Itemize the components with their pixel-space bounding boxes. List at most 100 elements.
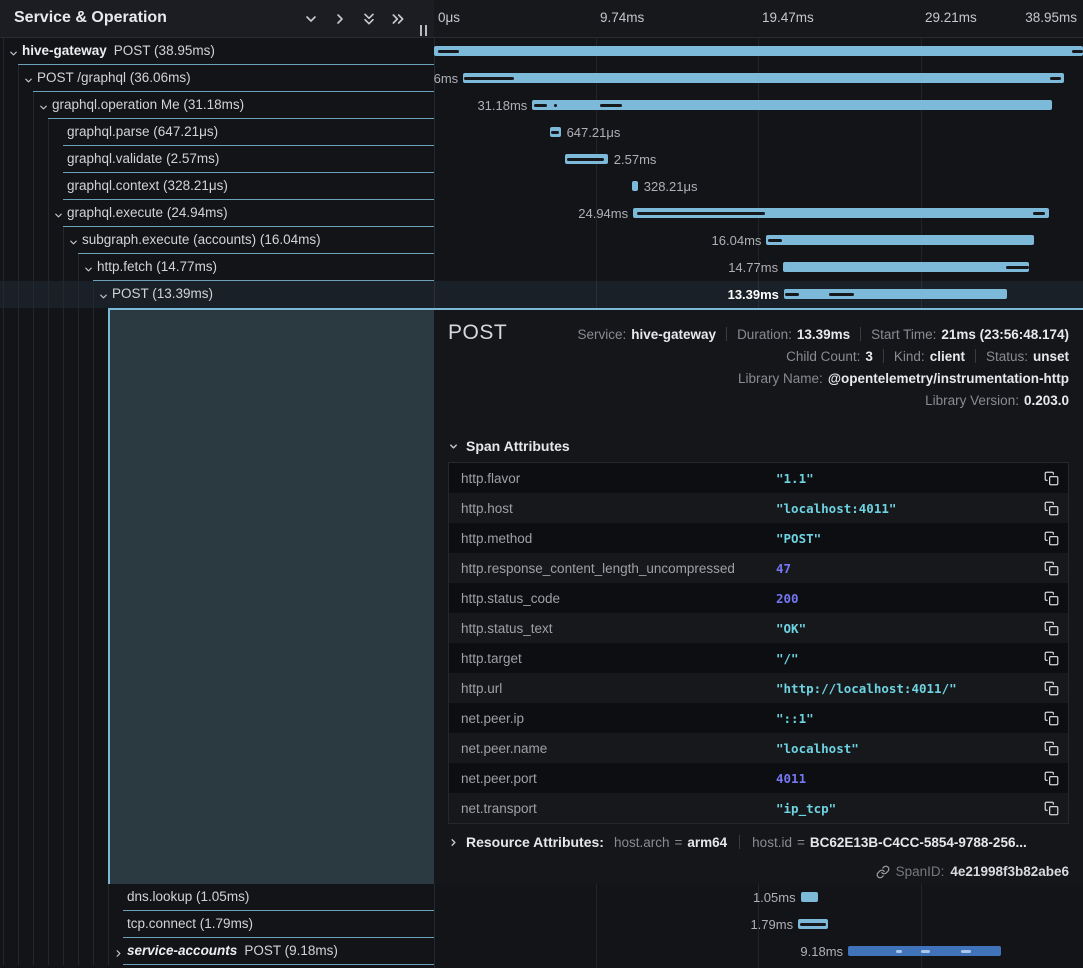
span-timeline-cell: 2.57ms — [434, 146, 1083, 173]
collapse-chevron-icon[interactable] — [68, 235, 80, 247]
attribute-value: 4011 — [776, 771, 1034, 786]
span-timeline-cell: 24.94ms — [434, 200, 1083, 227]
attribute-key: http.status_text — [449, 621, 776, 636]
span-duration-bar[interactable] — [801, 892, 818, 902]
span-duration-bar[interactable] — [766, 235, 1033, 245]
duration-label: 13.39ms — [728, 287, 779, 302]
span-row[interactable]: POST /graphql (36.06ms)36.06ms — [0, 65, 1083, 92]
copy-button[interactable] — [1034, 471, 1068, 486]
span-timeline-cell: 1.05ms — [434, 884, 1083, 911]
collapse-chevron-icon[interactable] — [23, 73, 35, 85]
span-duration-bar[interactable] — [848, 946, 1001, 956]
attribute-key: http.flavor — [449, 471, 776, 486]
copy-button[interactable] — [1034, 741, 1068, 756]
double-chevron-down-icon[interactable] — [361, 11, 377, 27]
expand-chevron-icon[interactable] — [113, 946, 125, 958]
copy-button[interactable] — [1034, 531, 1068, 546]
attribute-key: http.status_code — [449, 591, 776, 606]
collapse-chevron-icon[interactable] — [38, 100, 50, 112]
span-tree-cell[interactable]: POST (13.39ms) — [0, 281, 434, 308]
resource-attributes[interactable]: Resource Attributes: host.arch=arm64host… — [448, 834, 1027, 850]
attribute-value: "OK" — [776, 621, 1034, 636]
span-duration-bar[interactable] — [550, 127, 561, 137]
span-row[interactable]: graphql.validate (2.57ms)2.57ms — [0, 146, 1083, 173]
span-duration-bar[interactable] — [434, 46, 1083, 56]
span-row[interactable]: tcp.connect (1.79ms)1.79ms — [0, 911, 1083, 938]
copy-button[interactable] — [1034, 561, 1068, 576]
copy-button[interactable] — [1034, 801, 1068, 816]
collapse-chevron-icon[interactable] — [83, 262, 95, 274]
span-label: graphql.context (328.21μs) — [67, 178, 228, 193]
span-row[interactable]: http.fetch (14.77ms)14.77ms — [0, 254, 1083, 281]
span-timeline-cell: 9.18ms — [434, 938, 1083, 965]
span-tree-cell[interactable]: graphql.operation Me (31.18ms) — [0, 92, 434, 119]
span-tree-cell[interactable]: subgraph.execute (accounts) (16.04ms) — [0, 227, 434, 254]
span-row[interactable]: POST (13.39ms) 13.39ms — [0, 281, 1083, 308]
chevron-right-icon[interactable] — [332, 11, 348, 27]
copy-button[interactable] — [1034, 711, 1068, 726]
attribute-key: http.response_content_length_uncompresse… — [449, 561, 776, 576]
span-tree-cell[interactable]: tcp.connect (1.79ms) — [0, 911, 434, 938]
span-attributes-header[interactable]: Span Attributes — [448, 438, 570, 454]
service-name: hive-gateway — [22, 43, 107, 58]
copy-button[interactable] — [1034, 501, 1068, 516]
span-row[interactable]: graphql.operation Me (31.18ms)31.18ms — [0, 92, 1083, 119]
span-tree-cell[interactable]: POST /graphql (36.06ms) — [0, 65, 434, 92]
collapse-chevron-icon[interactable] — [8, 46, 20, 58]
resource-value: BC62E13B-C4CC-5854-9788-256... — [810, 835, 1027, 850]
child-span-mark — [567, 158, 604, 161]
span-duration-bar[interactable] — [798, 919, 828, 929]
chevron-down-icon[interactable] — [303, 11, 319, 27]
span-tree-cell[interactable]: dns.lookup (1.05ms) — [0, 884, 434, 911]
span-duration-bar[interactable] — [783, 262, 1029, 272]
pane-resize-handle[interactable] — [420, 25, 427, 36]
span-duration-bar[interactable] — [632, 181, 637, 191]
span-timeline-cell: 1.79ms — [434, 911, 1083, 938]
link-icon[interactable] — [876, 865, 890, 879]
meta-label: Status: — [986, 349, 1028, 364]
span-duration-bar[interactable] — [565, 154, 608, 164]
collapse-chevron-icon[interactable] — [53, 208, 65, 220]
span-tree-cell[interactable]: service-accounts POST (9.18ms) — [0, 938, 434, 965]
span-tree-cell[interactable]: graphql.parse (647.21μs) — [0, 119, 434, 146]
span-duration-bar[interactable] — [532, 100, 1052, 110]
copy-button[interactable] — [1034, 591, 1068, 606]
collapse-chevron-icon[interactable] — [98, 289, 110, 301]
span-duration-bar[interactable] — [463, 73, 1064, 83]
attribute-value: 200 — [776, 591, 1034, 606]
indent-guides — [3, 119, 60, 146]
copy-button[interactable] — [1034, 681, 1068, 696]
child-span-mark — [464, 77, 514, 80]
child-span-mark — [961, 950, 971, 953]
axis-tick: 0μs — [438, 10, 460, 25]
copy-button[interactable] — [1034, 771, 1068, 786]
span-tree-cell[interactable]: graphql.context (328.21μs) — [0, 173, 434, 200]
span-label: POST (13.39ms) — [112, 286, 213, 301]
span-row[interactable]: graphql.context (328.21μs) 328.21μs — [0, 173, 1083, 200]
equals-sign: = — [674, 835, 682, 850]
axis-tick: 38.95ms — [1025, 10, 1077, 25]
indent-guides — [3, 911, 120, 938]
meta-label: Duration: — [737, 327, 792, 342]
span-row[interactable]: hive-gatewayPOST (38.95ms) — [0, 38, 1083, 65]
span-tree-cell[interactable]: graphql.execute (24.94ms) — [0, 200, 434, 227]
copy-button[interactable] — [1034, 651, 1068, 666]
span-duration-bar[interactable] — [784, 289, 1007, 299]
span-row[interactable]: graphql.parse (647.21μs)647.21μs — [0, 119, 1083, 146]
span-tree-cell[interactable]: http.fetch (14.77ms) — [0, 254, 434, 281]
double-chevron-right-icon[interactable] — [390, 11, 406, 27]
span-row[interactable]: dns.lookup (1.05ms)1.05ms — [0, 884, 1083, 911]
span-timeline-cell: 647.21μs — [434, 119, 1083, 146]
copy-button[interactable] — [1034, 621, 1068, 636]
span-row[interactable]: graphql.execute (24.94ms)24.94ms — [0, 200, 1083, 227]
span-row[interactable]: service-accounts POST (9.18ms) 9.18ms — [0, 938, 1083, 965]
duration-label: 9.18ms — [800, 944, 843, 959]
span-tree-cell[interactable]: hive-gatewayPOST (38.95ms) — [0, 38, 434, 65]
resource-key: host.id — [752, 835, 792, 850]
span-timeline-cell: 328.21μs — [434, 173, 1083, 200]
operation-name: POST (9.18ms) — [244, 943, 338, 958]
span-tree-cell[interactable]: graphql.validate (2.57ms) — [0, 146, 434, 173]
span-duration-bar[interactable] — [633, 208, 1049, 218]
service-name: service-accounts — [127, 943, 237, 958]
span-row[interactable]: subgraph.execute (accounts) (16.04ms)16.… — [0, 227, 1083, 254]
